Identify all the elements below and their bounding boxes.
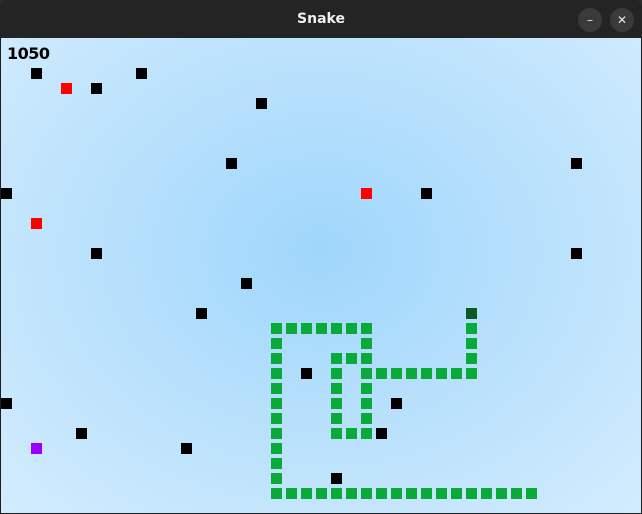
- snake-body-segment: [361, 323, 372, 334]
- obstacle-block: [31, 68, 42, 79]
- snake-body-segment: [286, 488, 297, 499]
- game-board[interactable]: 1050: [1, 38, 641, 513]
- obstacle-block: [136, 68, 147, 79]
- obstacle-block: [391, 398, 402, 409]
- snake-body-segment: [361, 368, 372, 379]
- snake-body-segment: [361, 413, 372, 424]
- food-block: [31, 218, 42, 229]
- snake-body-segment: [271, 398, 282, 409]
- snake-body-segment: [406, 368, 417, 379]
- snake-body-segment: [466, 368, 477, 379]
- snake-body-segment: [271, 368, 282, 379]
- obstacle-block: [91, 248, 102, 259]
- snake-body-segment: [331, 323, 342, 334]
- minimize-button[interactable]: –: [578, 8, 602, 32]
- snake-body-segment: [466, 323, 477, 334]
- obstacle-block: [331, 473, 342, 484]
- snake-body-segment: [511, 488, 522, 499]
- obstacle-block: [1, 398, 12, 409]
- snake-body-segment: [271, 383, 282, 394]
- obstacle-block: [226, 158, 237, 169]
- snake-body-segment: [451, 488, 462, 499]
- food-block: [361, 188, 372, 199]
- snake-body-segment: [346, 323, 357, 334]
- snake-body-segment: [376, 488, 387, 499]
- snake-body-segment: [316, 323, 327, 334]
- obstacle-block: [571, 248, 582, 259]
- snake-body-segment: [496, 488, 507, 499]
- obstacle-block: [421, 188, 432, 199]
- title-bar[interactable]: Snake – ✕: [0, 0, 642, 39]
- snake-body-segment: [271, 338, 282, 349]
- snake-body-segment: [301, 488, 312, 499]
- snake-body-segment: [481, 488, 492, 499]
- snake-body-segment: [331, 353, 342, 364]
- obstacle-block: [256, 98, 267, 109]
- snake-body-segment: [361, 383, 372, 394]
- obstacle-block: [376, 428, 387, 439]
- snake-body-segment: [316, 488, 327, 499]
- snake-body-segment: [421, 488, 432, 499]
- snake-body-segment: [271, 458, 282, 469]
- obstacle-block: [196, 308, 207, 319]
- snake-body-segment: [406, 488, 417, 499]
- snake-body-segment: [271, 488, 282, 499]
- snake-body-segment: [421, 368, 432, 379]
- snake-body-segment: [391, 368, 402, 379]
- snake-body-segment: [271, 323, 282, 334]
- snake-body-segment: [271, 413, 282, 424]
- snake-body-segment: [466, 338, 477, 349]
- snake-body-segment: [271, 473, 282, 484]
- obstacle-block: [91, 83, 102, 94]
- snake-body-segment: [271, 353, 282, 364]
- obstacle-block: [1, 188, 12, 199]
- snake-body-segment: [331, 398, 342, 409]
- snake-body-segment: [346, 428, 357, 439]
- snake-body-segment: [451, 368, 462, 379]
- snake-body-segment: [361, 428, 372, 439]
- special-food-block: [31, 443, 42, 454]
- snake-body-segment: [526, 488, 537, 499]
- score-display: 1050: [7, 44, 50, 63]
- obstacle-block: [241, 278, 252, 289]
- snake-head: [466, 308, 477, 319]
- snake-body-segment: [331, 488, 342, 499]
- snake-body-segment: [466, 353, 477, 364]
- app-window: Snake – ✕ 1050: [0, 0, 642, 514]
- snake-body-segment: [466, 488, 477, 499]
- snake-body-segment: [331, 368, 342, 379]
- snake-body-segment: [346, 488, 357, 499]
- window-title: Snake: [297, 11, 345, 27]
- snake-body-segment: [361, 338, 372, 349]
- food-block: [61, 83, 72, 94]
- snake-body-segment: [391, 488, 402, 499]
- snake-body-segment: [376, 368, 387, 379]
- snake-body-segment: [346, 353, 357, 364]
- snake-body-segment: [331, 413, 342, 424]
- snake-body-segment: [436, 488, 447, 499]
- snake-body-segment: [331, 428, 342, 439]
- snake-body-segment: [271, 428, 282, 439]
- obstacle-block: [301, 368, 312, 379]
- snake-body-segment: [436, 368, 447, 379]
- obstacle-block: [76, 428, 87, 439]
- snake-body-segment: [361, 353, 372, 364]
- snake-body-segment: [361, 488, 372, 499]
- snake-body-segment: [331, 383, 342, 394]
- obstacle-block: [571, 158, 582, 169]
- obstacle-block: [181, 443, 192, 454]
- close-button[interactable]: ✕: [610, 8, 634, 32]
- snake-body-segment: [286, 323, 297, 334]
- snake-body-segment: [301, 323, 312, 334]
- snake-body-segment: [361, 398, 372, 409]
- snake-body-segment: [271, 443, 282, 454]
